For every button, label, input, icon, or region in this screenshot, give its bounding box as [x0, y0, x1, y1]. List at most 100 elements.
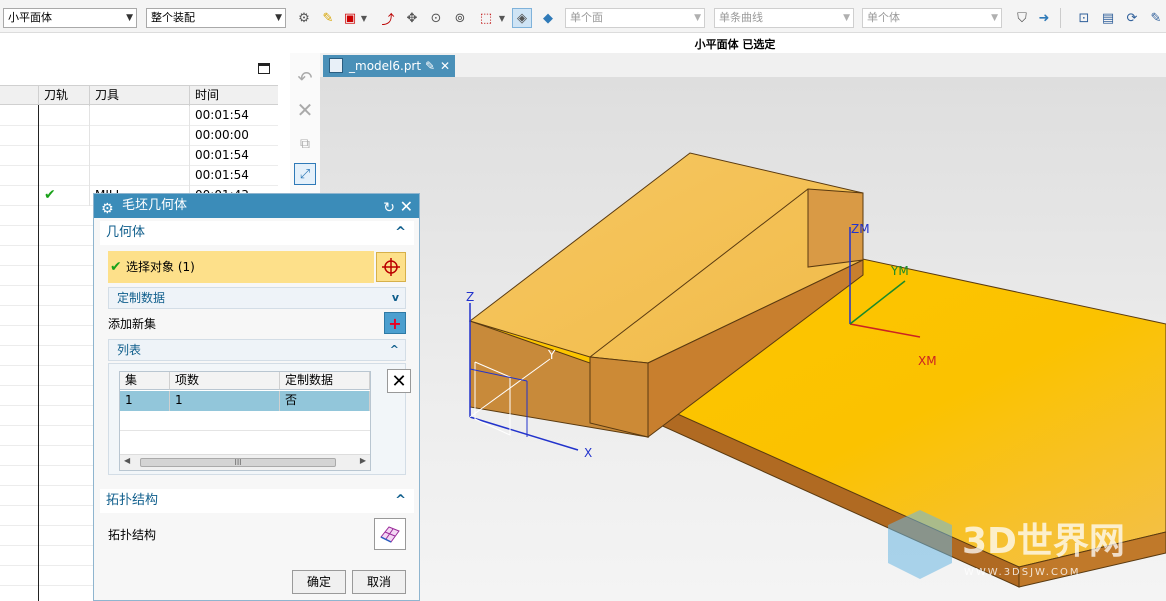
column-header-count[interactable]: 项数 [170, 372, 280, 390]
toolpath-cell [38, 146, 89, 166]
fit-view-icon[interactable]: ⤢ [294, 163, 316, 185]
blank-geometry-dialog: ⚙ 毛坯几何体 ↻ ✕ 几何体 ^ ✔ 选择对象 (1) 定制数据 v 添加新集… [93, 193, 420, 601]
scope-dropdown[interactable]: 整个装配 ▼ [146, 8, 286, 28]
select-object-button[interactable] [376, 252, 406, 282]
ok-button[interactable]: 确定 [292, 570, 346, 594]
scroll-right-icon[interactable]: ▶ [360, 456, 366, 465]
dialog-title-bar[interactable]: ⚙ 毛坯几何体 ↻ ✕ [94, 194, 419, 218]
edit-icon: ✎ [424, 59, 435, 73]
raised-block-front [589, 356, 649, 438]
filter-icon[interactable]: ⛉ [1012, 8, 1032, 28]
pencil-icon[interactable]: ✎ [1146, 8, 1166, 28]
reset-icon[interactable]: ↻ [383, 196, 395, 220]
tree-divider [38, 105, 39, 601]
watermark: 3D世界网 WWW.3DSJW.COM [882, 505, 1162, 595]
copy-icon[interactable]: ⧉ [294, 133, 316, 155]
set-list-table[interactable]: 集 项数 定制数据 1 1 否 ◀ III ▶ [119, 371, 371, 471]
table-row[interactable]: 00:01:54 [0, 106, 278, 126]
surface-mesh-icon [380, 526, 400, 543]
paint-select-icon[interactable]: ✎ [318, 8, 338, 28]
custom-cell: 否 [280, 391, 370, 411]
chevron-down-icon: v [391, 291, 399, 304]
watermark-title: 3D世界网 [962, 521, 1125, 562]
view-icon[interactable]: ▤ [1098, 8, 1118, 28]
navigator-header: 刀轨 刀具 时间 [0, 85, 278, 106]
table-row[interactable]: 00:01:54 [0, 166, 278, 186]
chevron-down-icon: ▼ [843, 13, 850, 23]
curve-rule-dropdown[interactable]: 单条曲线 ▼ [714, 8, 854, 28]
xm-axis-label: XM [918, 354, 937, 368]
close-icon: ✕ [391, 370, 407, 392]
point-snap-icon[interactable]: ⤴ [378, 8, 398, 28]
scroll-thumb[interactable]: III [140, 458, 336, 467]
geometry-section-header[interactable]: 几何体 ^ [100, 221, 414, 245]
body-rule-dropdown[interactable]: 单个体 ▼ [862, 8, 1002, 28]
column-header-set[interactable]: 集 [120, 372, 170, 390]
check-icon: ✔ [110, 259, 122, 275]
close-icon[interactable]: ✕ [440, 55, 450, 77]
delete-icon[interactable]: ✕ [294, 98, 316, 122]
lasso-select-icon[interactable]: ⊚ [450, 8, 470, 28]
facet-body-icon[interactable]: ◈ [512, 8, 532, 28]
set-cell: 1 [120, 391, 170, 411]
tab-model6[interactable]: _model6.prt ✎ ✕ [323, 55, 455, 77]
column-header-tool[interactable]: 刀具 [89, 86, 189, 106]
scope-value: 整个装配 [151, 11, 195, 24]
delete-set-button[interactable]: ✕ [387, 369, 411, 393]
selection-toolbar: 小平面体 ▼ 整个装配 ▼ ⚙ ✎ ▣ ▼ ⤴ ✥ ⊙ ⊚ ⬚ ▼ ◈ ◆ 单个面 ▼… [0, 0, 1166, 33]
geometry-section-title: 几何体 [106, 225, 146, 240]
type-filter-dropdown[interactable]: 小平面体 ▼ [3, 8, 137, 28]
rotate-icon[interactable]: ⟳ [1122, 8, 1142, 28]
table-row[interactable]: 00:01:54 [0, 146, 278, 166]
toolpath-cell [38, 126, 89, 146]
body-rule-value: 单个体 [867, 11, 900, 24]
time-cell: 00:01:54 [189, 106, 278, 126]
face-rule-dropdown[interactable]: 单个面 ▼ [565, 8, 705, 28]
chevron-down-icon[interactable]: ▼ [358, 8, 370, 28]
undo-icon[interactable]: ↶ [294, 67, 316, 89]
solid-body-icon[interactable]: ◆ [538, 8, 558, 28]
chevron-down-icon[interactable]: ▼ [496, 8, 508, 28]
y-axis-label: Y [547, 348, 556, 362]
list-section-header[interactable]: 列表 ^ [108, 339, 406, 361]
set-list-panel: 集 项数 定制数据 1 1 否 ◀ III ▶ ✕ [108, 363, 411, 475]
circle-select-icon[interactable]: ⊙ [426, 8, 446, 28]
table-row[interactable]: 00:00:00 [0, 126, 278, 146]
select-feature-icon[interactable]: ▣ [340, 8, 360, 28]
zoom-fit-icon[interactable]: ⊡ [1074, 8, 1094, 28]
arrow-right-icon[interactable]: ➜ [1034, 8, 1054, 28]
tool-cell [89, 146, 189, 166]
select-object-row[interactable]: ✔ 选择对象 (1) [108, 251, 374, 283]
gear-icon: ⚙ [101, 201, 114, 217]
watermark-url: WWW.3DSJW.COM [964, 567, 1080, 578]
chevron-up-icon: ^ [389, 343, 399, 356]
scroll-left-icon[interactable]: ◀ [124, 456, 130, 465]
add-new-set-button[interactable]: + [384, 312, 406, 334]
chevron-up-icon: ^ [395, 225, 406, 240]
column-header-time[interactable]: 时间 [189, 86, 278, 106]
topology-button[interactable] [374, 518, 406, 550]
toolpath-cell [38, 106, 89, 126]
select-object-label: 选择对象 (1) [126, 260, 195, 274]
maximize-icon[interactable] [258, 63, 270, 74]
toolpath-check-icon: ✔ [38, 186, 89, 206]
horizontal-scrollbar[interactable]: ◀ III ▶ [120, 454, 370, 470]
time-cell: 00:01:54 [189, 146, 278, 166]
cancel-button[interactable]: 取消 [352, 570, 406, 594]
snap-icon[interactable]: ⚙ [294, 8, 314, 28]
table-row[interactable]: 1 1 否 [120, 391, 370, 411]
chevron-down-icon: ▼ [694, 13, 701, 23]
part-file-icon [329, 58, 343, 73]
topology-section-header[interactable]: 拓扑结构 ^ [100, 489, 414, 513]
custom-data-section[interactable]: 定制数据 v [108, 287, 406, 309]
column-header-toolpath[interactable]: 刀轨 [38, 86, 89, 106]
crosshair-icon [382, 258, 400, 276]
table-row [120, 431, 370, 451]
column-header-custom[interactable]: 定制数据 [280, 372, 370, 390]
face-rule-value: 单个面 [570, 11, 603, 24]
curve-rule-value: 单条曲线 [719, 11, 763, 24]
rectangle-select-icon[interactable]: ⬚ [476, 8, 496, 28]
close-icon[interactable]: ✕ [400, 195, 413, 219]
cursor-snap-icon[interactable]: ✥ [402, 8, 422, 28]
x-axis-label: X [584, 446, 592, 460]
